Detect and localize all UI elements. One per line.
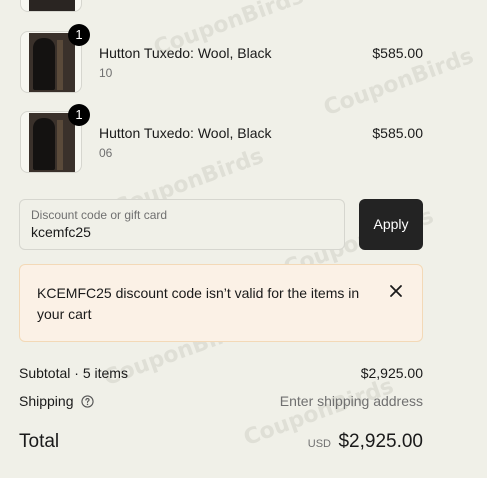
line-item: 1 Hutton Tuxedo: Wool, Black 06 $585.00 (0, 104, 487, 175)
discount-code-input[interactable] (31, 224, 331, 240)
item-title: Hutton Tuxedo: Wool, Black (99, 125, 272, 141)
item-price: $585.00 (372, 125, 423, 141)
help-circle-icon[interactable] (81, 395, 95, 408)
quantity-badge: 1 (68, 24, 90, 46)
total-amount: $2,925.00 (338, 431, 423, 452)
shipping-value: Enter shipping address (279, 393, 423, 409)
product-thumbnail (20, 0, 82, 12)
close-icon[interactable] (388, 283, 404, 299)
subtotal-label: Subtotal · 5 items (19, 365, 128, 381)
item-title: Hutton Tuxedo: Wool, Black (99, 45, 272, 61)
item-variant: 10 (99, 66, 113, 80)
line-item: 1 Hutton Tuxedo: Wool, Black 10 $585.00 (0, 24, 487, 95)
apply-button[interactable]: Apply (359, 199, 423, 250)
discount-code-field[interactable]: Discount code or gift card (19, 199, 345, 250)
subtotal-value: $2,925.00 (360, 365, 423, 381)
shipping-row: Shipping (19, 393, 95, 409)
total-currency: USD (307, 438, 331, 450)
discount-error-banner: KCEMFC25 discount code isn’t valid for t… (19, 264, 423, 342)
discount-code-label: Discount code or gift card (31, 208, 168, 222)
item-price: $585.00 (372, 45, 423, 61)
total-label: Total (19, 431, 60, 452)
shipping-label: Shipping (19, 393, 74, 409)
quantity-badge: 1 (68, 104, 90, 126)
error-message: KCEMFC25 discount code isn’t valid for t… (37, 285, 360, 322)
item-variant: 06 (99, 146, 113, 160)
